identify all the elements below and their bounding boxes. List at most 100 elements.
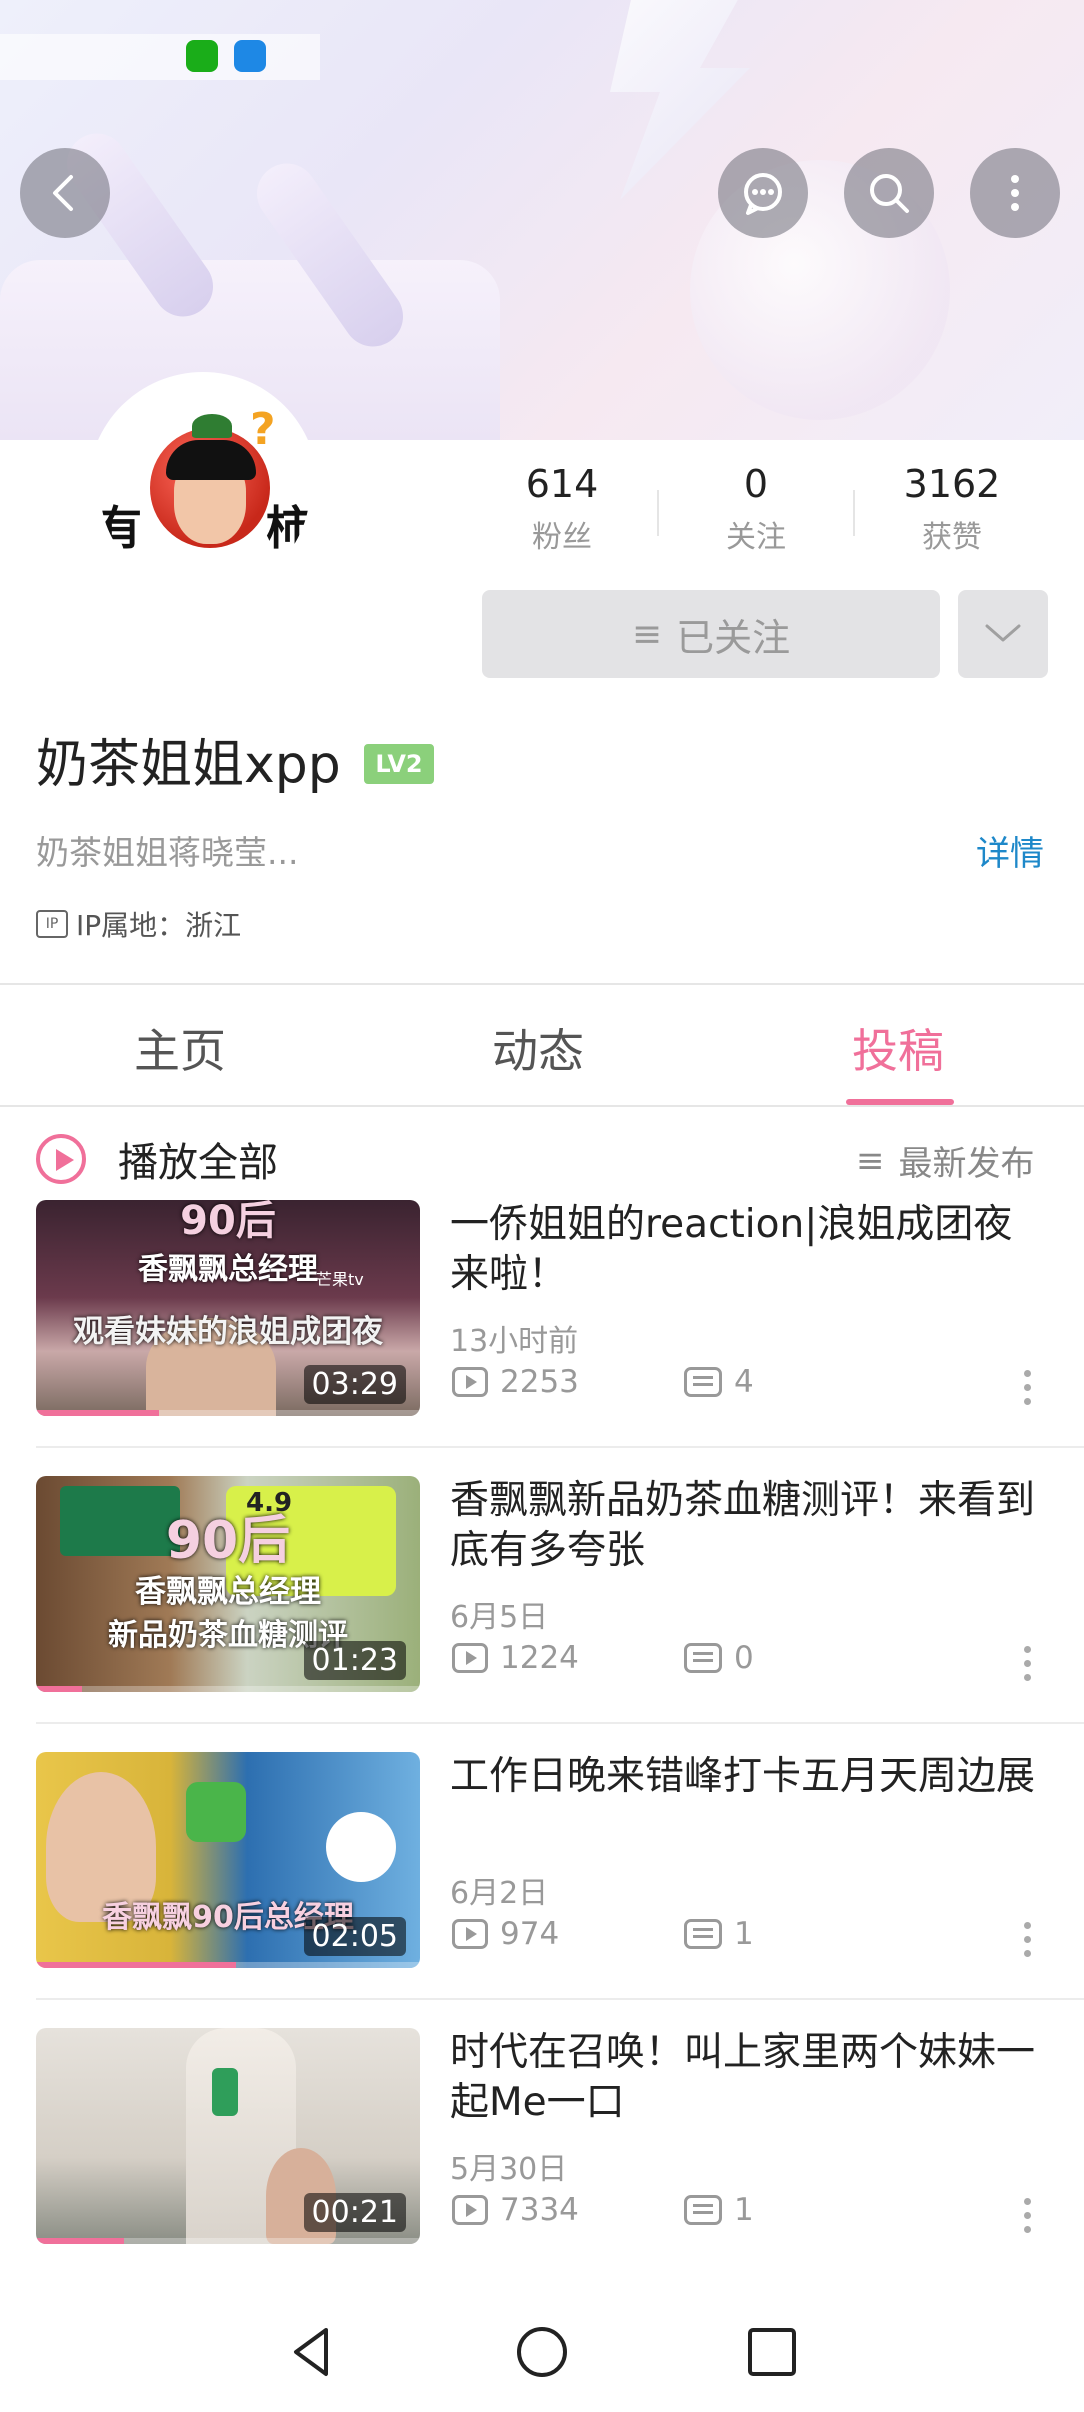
divider [36,1722,1084,1724]
play-count-icon [452,2195,488,2225]
bio-text: 奶茶姐姐蒋晓莹... [36,833,299,872]
video-item[interactable]: 香飘飘90后总经理 02:05 工作日晚来错峰打卡五月天周边展 6月2日 974… [0,1752,1084,2028]
play-all-button[interactable]: 播放全部 [36,1130,278,1188]
thumbnail-logo: 芒果tv [316,1270,364,1289]
stat-label: 获赞 [922,520,982,555]
watch-progress [36,1962,236,1968]
stat-likes[interactable]: 3162 获赞 [872,462,1032,556]
avatar-text-left: 有 [100,501,142,555]
video-thumbnail[interactable]: 4.9 90后 香飘飘总经理 新品奶茶血糖测评 01:23 [36,1476,420,1692]
stat-fans[interactable]: 614 粉丝 [482,462,642,556]
message-button[interactable] [718,148,808,238]
comment-count: 1 [684,2192,754,2228]
more-options-icon[interactable] [1024,2198,1032,2238]
play-count-icon [452,1643,488,1673]
thumbnail-caption: 香飘飘总经理 [135,1574,321,1610]
video-title[interactable]: 时代在召唤！叫上家里两个妹妹一起Me一口 [450,2028,1050,2128]
divider [36,1998,1084,2000]
follow-dropdown-button[interactable] [958,590,1048,678]
video-title[interactable]: 香飘飘新品奶茶血糖测评！来看到底有多夸张 [450,1476,1050,1576]
tab-uploads[interactable]: 投稿 [852,1015,944,1081]
search-button[interactable] [844,148,934,238]
view-count-text: 974 [500,1916,560,1952]
sort-label: 最新发布 [898,1144,1035,1184]
comment-icon [684,1643,722,1673]
video-duration: 00:21 [303,2193,406,2232]
nav-recent-icon[interactable] [742,2322,802,2382]
stat-following[interactable]: 0 关注 [676,462,836,556]
username: 奶茶姐姐xpp [36,735,341,795]
divider [36,1446,1084,1448]
video-thumbnail[interactable]: 香飘飘90后总经理 02:05 [36,1752,420,1968]
avatar-cap [166,440,256,480]
more-options-icon[interactable] [1024,1646,1032,1686]
divider [657,490,659,536]
view-count: 1224 [452,1640,579,1676]
view-count: 974 [452,1916,559,1952]
comment-count: 0 [684,1640,754,1676]
avatar-text-right: 柿 [266,501,310,555]
video-thumbnail[interactable]: 90后 香飘飘总经理 芒果tv 观看妹妹的浪姐成团夜 03:29 [36,1200,420,1416]
comment-count-text: 0 [734,1640,754,1676]
video-item[interactable]: 00:21 时代在召唤！叫上家里两个妹妹一起Me一口 5月30日 7334 1 [0,2028,1084,2304]
thumbnail-decoration [186,1782,246,1842]
comment-count-text: 1 [734,2192,754,2228]
watch-progress [36,2238,125,2244]
view-count-text: 2253 [500,1364,579,1400]
message-icon [744,173,782,215]
video-date: 5月30日 [450,2152,568,2187]
back-button[interactable] [20,148,110,238]
tab-dynamics[interactable]: 动态 [492,1015,584,1081]
thumbnail-decoration [326,1812,396,1882]
view-count: 2253 [452,1364,579,1400]
nav-home-icon[interactable] [512,2322,572,2382]
video-title[interactable]: 工作日晚来错峰打卡五月天周边展 [450,1752,1050,1802]
comment-count-text: 4 [734,1364,754,1400]
system-navigation-bar [0,2292,1084,2412]
thumbnail-caption: 观看妹妹的浪姐成团夜 [73,1314,383,1350]
more-options-icon[interactable] [1024,1370,1032,1410]
video-date: 13小时前 [450,1324,579,1359]
level-badge: LV2 [364,744,434,784]
followed-label: 已关注 [676,615,791,660]
video-title[interactable]: 一侨姐姐的reaction|浪姐成团夜来啦！ [450,1200,1050,1300]
view-count-text: 7334 [500,2192,579,2228]
ip-location: IP IP属地：浙江 [36,904,241,944]
menu-icon: ≡ [631,613,663,655]
shield-icon [234,40,266,72]
comment-count: 1 [684,1916,754,1952]
more-options-icon[interactable] [1024,1922,1032,1962]
wechat-icon [186,40,218,72]
video-thumbnail[interactable]: 00:21 [36,2028,420,2244]
followed-button[interactable]: ≡ 已关注 [482,590,940,678]
video-date: 6月2日 [450,1876,549,1911]
thumbnail-caption: 90后 [165,1511,291,1571]
video-item[interactable]: 90后 香飘飘总经理 芒果tv 观看妹妹的浪姐成团夜 03:29 一侨姐姐的re… [0,1200,1084,1476]
comment-icon [684,2195,722,2225]
watch-progress [36,1686,83,1692]
comment-count: 4 [684,1364,754,1400]
watch-progress-track [36,1686,420,1692]
avatar-leaf [192,414,232,438]
stat-label: 关注 [726,520,786,555]
play-count-icon [452,1919,488,1949]
video-date: 6月5日 [450,1600,549,1635]
video-duration: 03:29 [303,1365,406,1404]
comment-icon [684,1919,722,1949]
play-all-label: 播放全部 [118,1140,278,1186]
view-count: 7334 [452,2192,579,2228]
tab-home[interactable]: 主页 [134,1015,226,1081]
sort-button[interactable]: ≡ 最新发布 [856,1136,1035,1185]
video-duration: 02:05 [303,1917,406,1956]
video-item[interactable]: 4.9 90后 香飘飘总经理 新品奶茶血糖测评 01:23 香飘飘新品奶茶血糖测… [0,1476,1084,1752]
stat-number: 0 [743,462,769,506]
stat-number: 3162 [903,462,1001,506]
divider [853,490,855,536]
search-icon [870,174,909,213]
detail-link[interactable]: 详情 [976,826,1044,875]
divider [0,983,1084,985]
more-button[interactable] [970,148,1060,238]
nav-back-icon[interactable] [282,2322,342,2382]
thumbnail-product [212,2068,238,2116]
avatar[interactable]: 有 柿 ? [100,384,310,594]
